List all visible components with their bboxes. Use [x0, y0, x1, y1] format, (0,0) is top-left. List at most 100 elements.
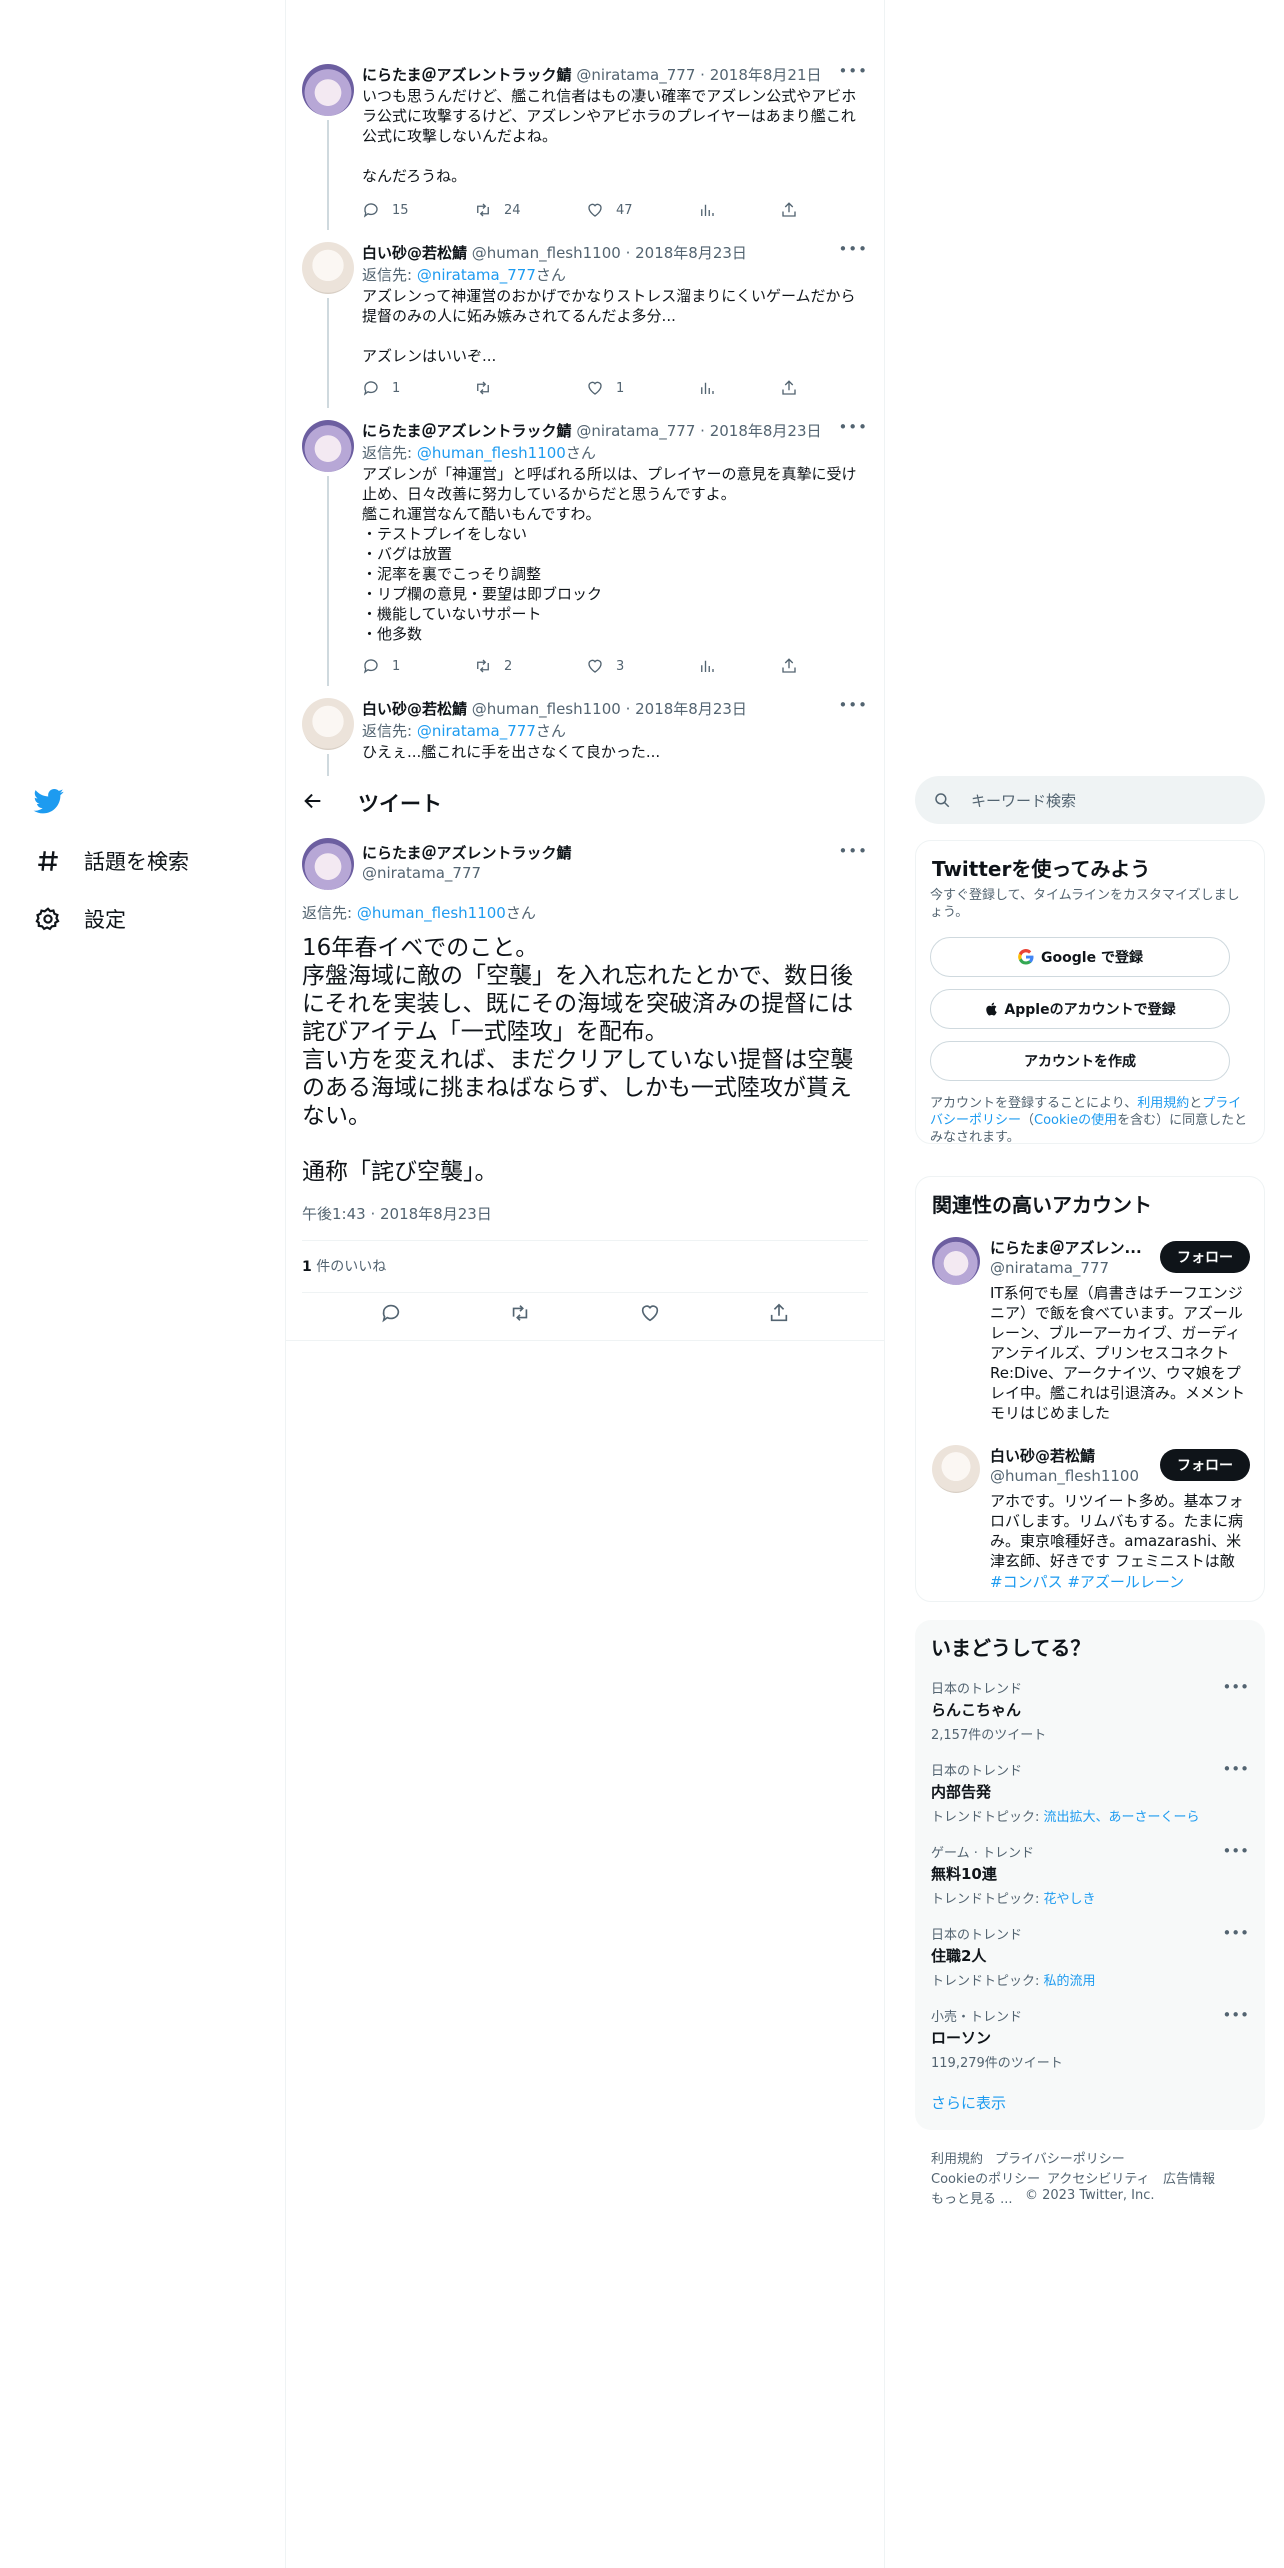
- footer-accessibility[interactable]: アクセシビリティ: [1047, 2168, 1150, 2187]
- share-button[interactable]: [780, 200, 810, 220]
- search-bar[interactable]: キーワード検索: [915, 776, 1265, 824]
- focused-avatar[interactable]: [302, 838, 354, 890]
- follow-button[interactable]: フォロー: [1160, 1449, 1250, 1481]
- avatar[interactable]: [302, 420, 354, 472]
- trend-meta-prefix: トレンドトピック:: [931, 1892, 1044, 1907]
- twitter-logo-icon[interactable]: [32, 786, 66, 816]
- follow-button[interactable]: フォロー: [1160, 1241, 1250, 1273]
- trend-item[interactable]: 日本のトレンド らんこちゃん 2,157件のツイート •••: [931, 1678, 1249, 1743]
- footer-ads[interactable]: 広告情報: [1163, 2168, 1215, 2187]
- search-input[interactable]: キーワード検索: [971, 790, 1076, 811]
- more-icon[interactable]: •••: [838, 62, 868, 80]
- reply-mention[interactable]: @niratama_777: [417, 722, 536, 740]
- analytics-button[interactable]: [698, 200, 780, 220]
- account-handle[interactable]: @human_flesh1100: [990, 1467, 1139, 1485]
- trend-item[interactable]: ゲーム · トレンド 無料10連 トレンドトピック: 花やしき •••: [931, 1842, 1249, 1907]
- avatar[interactable]: [932, 1237, 980, 1285]
- reply-mention[interactable]: @human_flesh1100: [357, 904, 506, 922]
- user-name[interactable]: 白い砂@若松鯖: [362, 700, 467, 718]
- account-hashtags[interactable]: #コンパス #アズールレーン: [990, 1571, 1184, 1592]
- thread-tweet[interactable]: 白い砂@若松鯖 @human_flesh1100 · 2018年8月23日 ••…: [286, 230, 884, 408]
- reply-button[interactable]: 15: [362, 200, 474, 220]
- thread-tweet[interactable]: にらたま＠アズレントラック鯖 @niratama_777 · 2018年8月23…: [286, 408, 884, 686]
- show-more-link[interactable]: さらに表示: [931, 2092, 1006, 2113]
- terms-link[interactable]: 利用規約: [1137, 1096, 1189, 1111]
- footer-cookie[interactable]: Cookieのポリシー: [931, 2168, 1040, 2187]
- nav-explore[interactable]: 話題を検索: [34, 841, 189, 881]
- user-handle[interactable]: @human_flesh1100: [472, 244, 621, 262]
- more-icon[interactable]: •••: [1222, 1924, 1249, 1942]
- account-name[interactable]: にらたま＠アズレン...: [990, 1237, 1150, 1258]
- avatar[interactable]: [302, 242, 354, 294]
- more-icon[interactable]: •••: [1222, 1842, 1249, 1860]
- tweet-actions: 1 1: [362, 378, 810, 398]
- more-icon[interactable]: •••: [1222, 1760, 1249, 1778]
- likes-summary[interactable]: 1 件のいいね: [302, 1256, 386, 1276]
- trend-name: 無料10連: [931, 1865, 997, 1883]
- apple-signup-button[interactable]: Appleのアカウントで登録: [930, 989, 1230, 1029]
- more-icon[interactable]: •••: [1222, 2006, 1249, 2024]
- share-button[interactable]: [768, 1302, 790, 1330]
- account-handle[interactable]: @niratama_777: [990, 1259, 1109, 1277]
- like-button[interactable]: [639, 1302, 661, 1330]
- retweet-button[interactable]: 2: [474, 656, 586, 676]
- more-icon[interactable]: •••: [1222, 1678, 1249, 1696]
- thread-tweet[interactable]: 白い砂@若松鯖 @human_flesh1100 · 2018年8月23日 ••…: [286, 686, 884, 776]
- legal-text: と: [1189, 1096, 1203, 1111]
- avatar[interactable]: [302, 698, 354, 750]
- trend-item[interactable]: 日本のトレンド 内部告発 トレンドトピック: 流出拡大、あーさーくーら •••: [931, 1760, 1249, 1825]
- footer-more[interactable]: もっと見る ...: [931, 2188, 1013, 2207]
- focused-more-icon[interactable]: •••: [838, 842, 868, 860]
- tweet-date[interactable]: · 2018年8月23日: [626, 244, 747, 262]
- retweet-button[interactable]: [509, 1302, 531, 1330]
- trend-topic-link[interactable]: 私的流用: [1044, 1974, 1096, 1989]
- reply-mention[interactable]: @niratama_777: [417, 266, 536, 284]
- avatar[interactable]: [302, 64, 354, 116]
- account-name[interactable]: 白い砂@若松鯖: [990, 1445, 1095, 1466]
- user-handle[interactable]: @niratama_777: [576, 66, 695, 84]
- retweet-button[interactable]: 24: [474, 200, 586, 220]
- user-name[interactable]: 白い砂@若松鯖: [362, 244, 467, 262]
- footer-privacy[interactable]: プライバシーポリシー: [995, 2148, 1125, 2167]
- like-button[interactable]: 3: [586, 656, 698, 676]
- more-icon[interactable]: •••: [838, 240, 868, 258]
- nav-explore-label: 話題を検索: [84, 850, 189, 874]
- cookie-link[interactable]: Cookieの使用: [1034, 1113, 1117, 1128]
- share-button[interactable]: [780, 378, 810, 398]
- tweet-date[interactable]: · 2018年8月21日: [700, 66, 821, 84]
- focused-timestamp[interactable]: 午後1:43 · 2018年8月23日: [302, 1203, 492, 1224]
- back-arrow-icon[interactable]: [302, 790, 326, 814]
- like-count: 47: [616, 202, 633, 218]
- thread-tweet[interactable]: にらたま＠アズレントラック鯖 @niratama_777 · 2018年8月21…: [286, 52, 884, 230]
- focused-user-handle[interactable]: @niratama_777: [362, 864, 481, 882]
- trend-item[interactable]: 小売・トレンド ローソン 119,279件のツイート •••: [931, 2006, 1249, 2071]
- google-signup-button[interactable]: Google で登録: [930, 937, 1230, 977]
- user-name[interactable]: にらたま＠アズレントラック鯖: [362, 66, 572, 84]
- reply-mention[interactable]: @human_flesh1100: [417, 444, 566, 462]
- trend-item[interactable]: 日本のトレンド 住職2人 トレンドトピック: 私的流用 •••: [931, 1924, 1249, 1989]
- analytics-button[interactable]: [698, 656, 780, 676]
- avatar[interactable]: [932, 1445, 980, 1493]
- share-icon: [782, 202, 796, 217]
- tweet-date[interactable]: · 2018年8月23日: [626, 700, 747, 718]
- trend-topic-link[interactable]: 流出拡大、あーさーくーら: [1044, 1810, 1200, 1825]
- nav-settings[interactable]: 設定: [34, 899, 126, 939]
- user-handle[interactable]: @human_flesh1100: [472, 700, 621, 718]
- trend-topic-link[interactable]: 花やしき: [1044, 1892, 1096, 1907]
- user-name[interactable]: にらたま＠アズレントラック鯖: [362, 422, 572, 440]
- create-account-button[interactable]: アカウントを作成: [930, 1041, 1230, 1081]
- more-icon[interactable]: •••: [838, 696, 868, 714]
- reply-button[interactable]: [380, 1302, 402, 1330]
- retweet-button[interactable]: [474, 378, 586, 398]
- tweet-date[interactable]: · 2018年8月23日: [700, 422, 821, 440]
- footer-terms[interactable]: 利用規約: [931, 2148, 983, 2167]
- more-icon[interactable]: •••: [838, 418, 868, 436]
- user-handle[interactable]: @niratama_777: [576, 422, 695, 440]
- reply-button[interactable]: 1: [362, 378, 474, 398]
- share-button[interactable]: [780, 656, 810, 676]
- focused-user-name[interactable]: にらたま＠アズレントラック鯖: [362, 842, 572, 863]
- like-button[interactable]: 47: [586, 200, 698, 220]
- reply-button[interactable]: 1: [362, 656, 474, 676]
- analytics-button[interactable]: [698, 378, 780, 398]
- like-button[interactable]: 1: [586, 378, 698, 398]
